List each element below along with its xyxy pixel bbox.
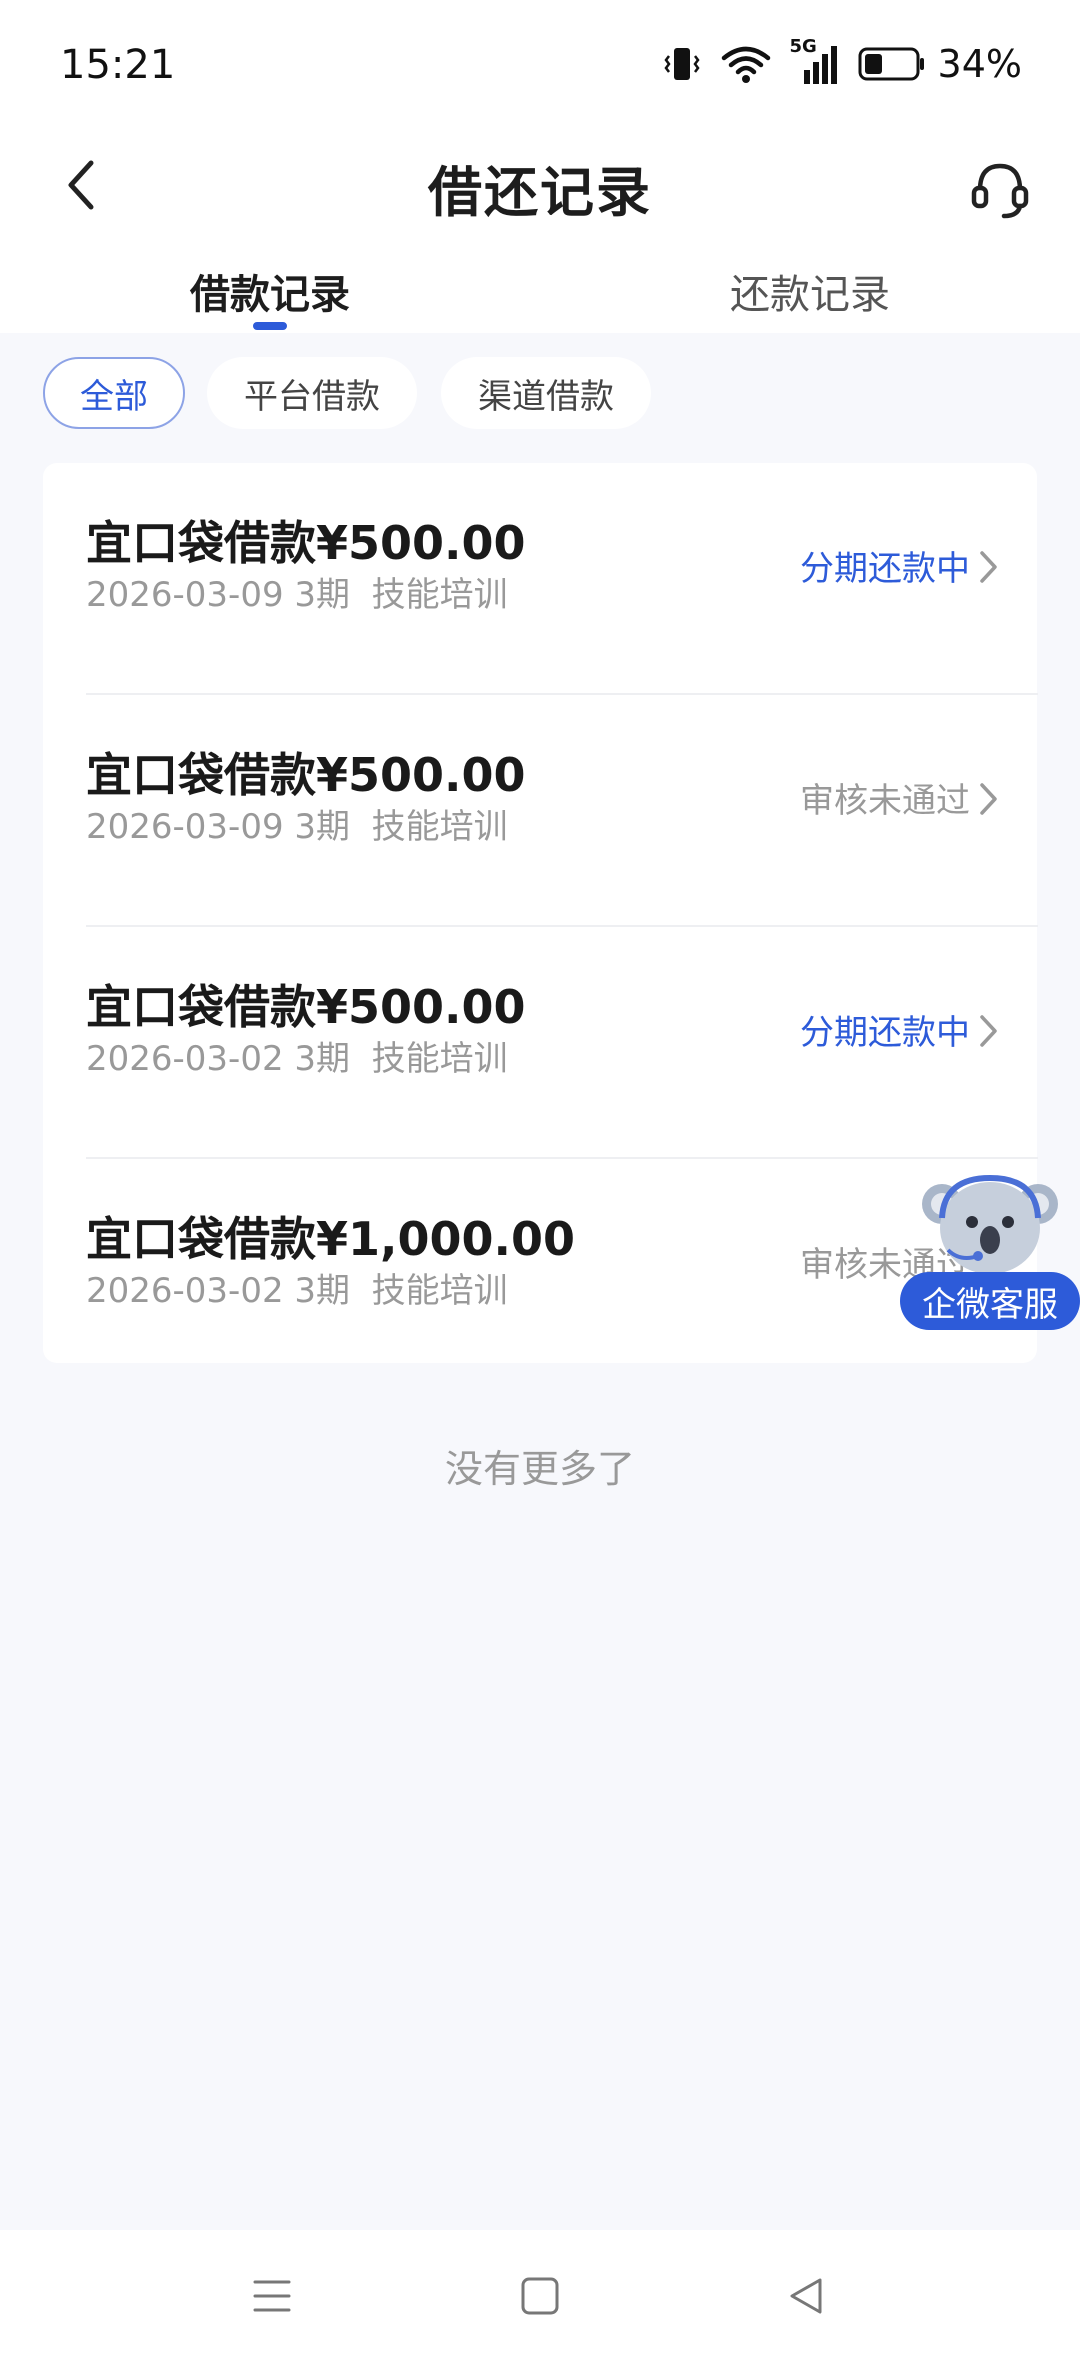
page-title: 借还记录: [428, 161, 652, 224]
filter-channel-loans[interactable]: 渠道借款: [441, 357, 651, 429]
nav-menu-button[interactable]: [242, 2266, 302, 2326]
loan-list-item[interactable]: 宜口袋借款¥1,000.00 2026-03-02 3期 技能培训 审核未通过: [86, 1159, 1038, 1391]
filter-platform-loans[interactable]: 平台借款: [207, 357, 417, 429]
loan-purpose: 技能培训: [371, 1039, 508, 1079]
chevron-right-icon: [980, 783, 997, 815]
loan-title: 宜口袋借款¥1,000.00: [86, 1212, 575, 1266]
chevron-right-icon: [980, 1015, 997, 1047]
loan-date-terms: 2026-03-09 3期: [86, 575, 351, 615]
loan-purpose: 技能培训: [371, 1271, 508, 1311]
loan-date-terms: 2026-03-09 3期: [86, 807, 351, 847]
loan-purpose: 技能培训: [371, 807, 508, 847]
status-time: 15:21: [60, 42, 176, 88]
loan-title: 宜口袋借款¥500.00: [86, 516, 526, 570]
loan-title: 宜口袋借款¥500.00: [86, 748, 526, 802]
floating-service-label: 企微客服: [900, 1272, 1080, 1330]
loan-date-terms: 2026-03-02 3期: [86, 1271, 351, 1311]
loan-title: 宜口袋借款¥500.00: [86, 980, 526, 1034]
chevron-right-icon: [980, 551, 997, 583]
loan-subtitle: 2026-03-02 3期 技能培训: [86, 1031, 508, 1080]
menu-icon: [253, 2280, 291, 2312]
system-nav-bar: [0, 2230, 1080, 2362]
vibrate-icon: [662, 44, 702, 84]
wifi-icon: [720, 44, 772, 84]
tab-repay-records[interactable]: 还款记录: [710, 262, 910, 320]
loan-list-item[interactable]: 宜口袋借款¥500.00 2026-03-09 3期 技能培训 分期还款中: [86, 463, 1038, 695]
nav-back-button[interactable]: [776, 2266, 836, 2326]
loan-date-terms: 2026-03-02 3期: [86, 1039, 351, 1079]
loan-subtitle: 2026-03-09 3期 技能培训: [86, 567, 508, 616]
status-icons: 5G 34%: [662, 36, 1022, 88]
tab-borrow-records[interactable]: 借款记录: [170, 262, 370, 320]
home-square-icon: [521, 2277, 559, 2315]
nav-home-button[interactable]: [510, 2266, 570, 2326]
active-tab-indicator: [253, 322, 287, 330]
floating-service-button[interactable]: 企微客服: [900, 1170, 1080, 1330]
loan-list-item[interactable]: 宜口袋借款¥500.00 2026-03-02 3期 技能培训 分期还款中: [86, 927, 1038, 1159]
filter-all[interactable]: 全部: [43, 357, 185, 429]
battery-icon: [858, 46, 926, 82]
headset-icon: [971, 163, 1029, 219]
loan-purpose: 技能培训: [371, 575, 508, 615]
customer-service-button[interactable]: [960, 150, 1040, 230]
battery-percent: 34%: [937, 42, 1022, 86]
loan-status: 分期还款中: [800, 1013, 970, 1053]
loan-list-item[interactable]: 宜口袋借款¥500.00 2026-03-09 3期 技能培训 审核未通过: [86, 695, 1038, 927]
loan-subtitle: 2026-03-09 3期 技能培训: [86, 799, 508, 848]
loan-status: 分期还款中: [800, 549, 970, 589]
header-area: 15:21 5G 34% 借还记录 借款记录 还款记录: [0, 0, 1080, 333]
loan-list: 宜口袋借款¥500.00 2026-03-09 3期 技能培训 分期还款中 宜口…: [43, 463, 1038, 1363]
cellular-5g-icon: 5G: [790, 36, 840, 86]
loan-status: 审核未通过: [800, 781, 970, 821]
status-bar: 15:21 5G 34%: [0, 0, 1080, 130]
list-end-text: 没有更多了: [444, 1447, 635, 1491]
koala-mascot-icon: [922, 1174, 1058, 1274]
loan-subtitle: 2026-03-02 3期 技能培训: [86, 1263, 508, 1312]
triangle-back-icon: [790, 2278, 822, 2314]
